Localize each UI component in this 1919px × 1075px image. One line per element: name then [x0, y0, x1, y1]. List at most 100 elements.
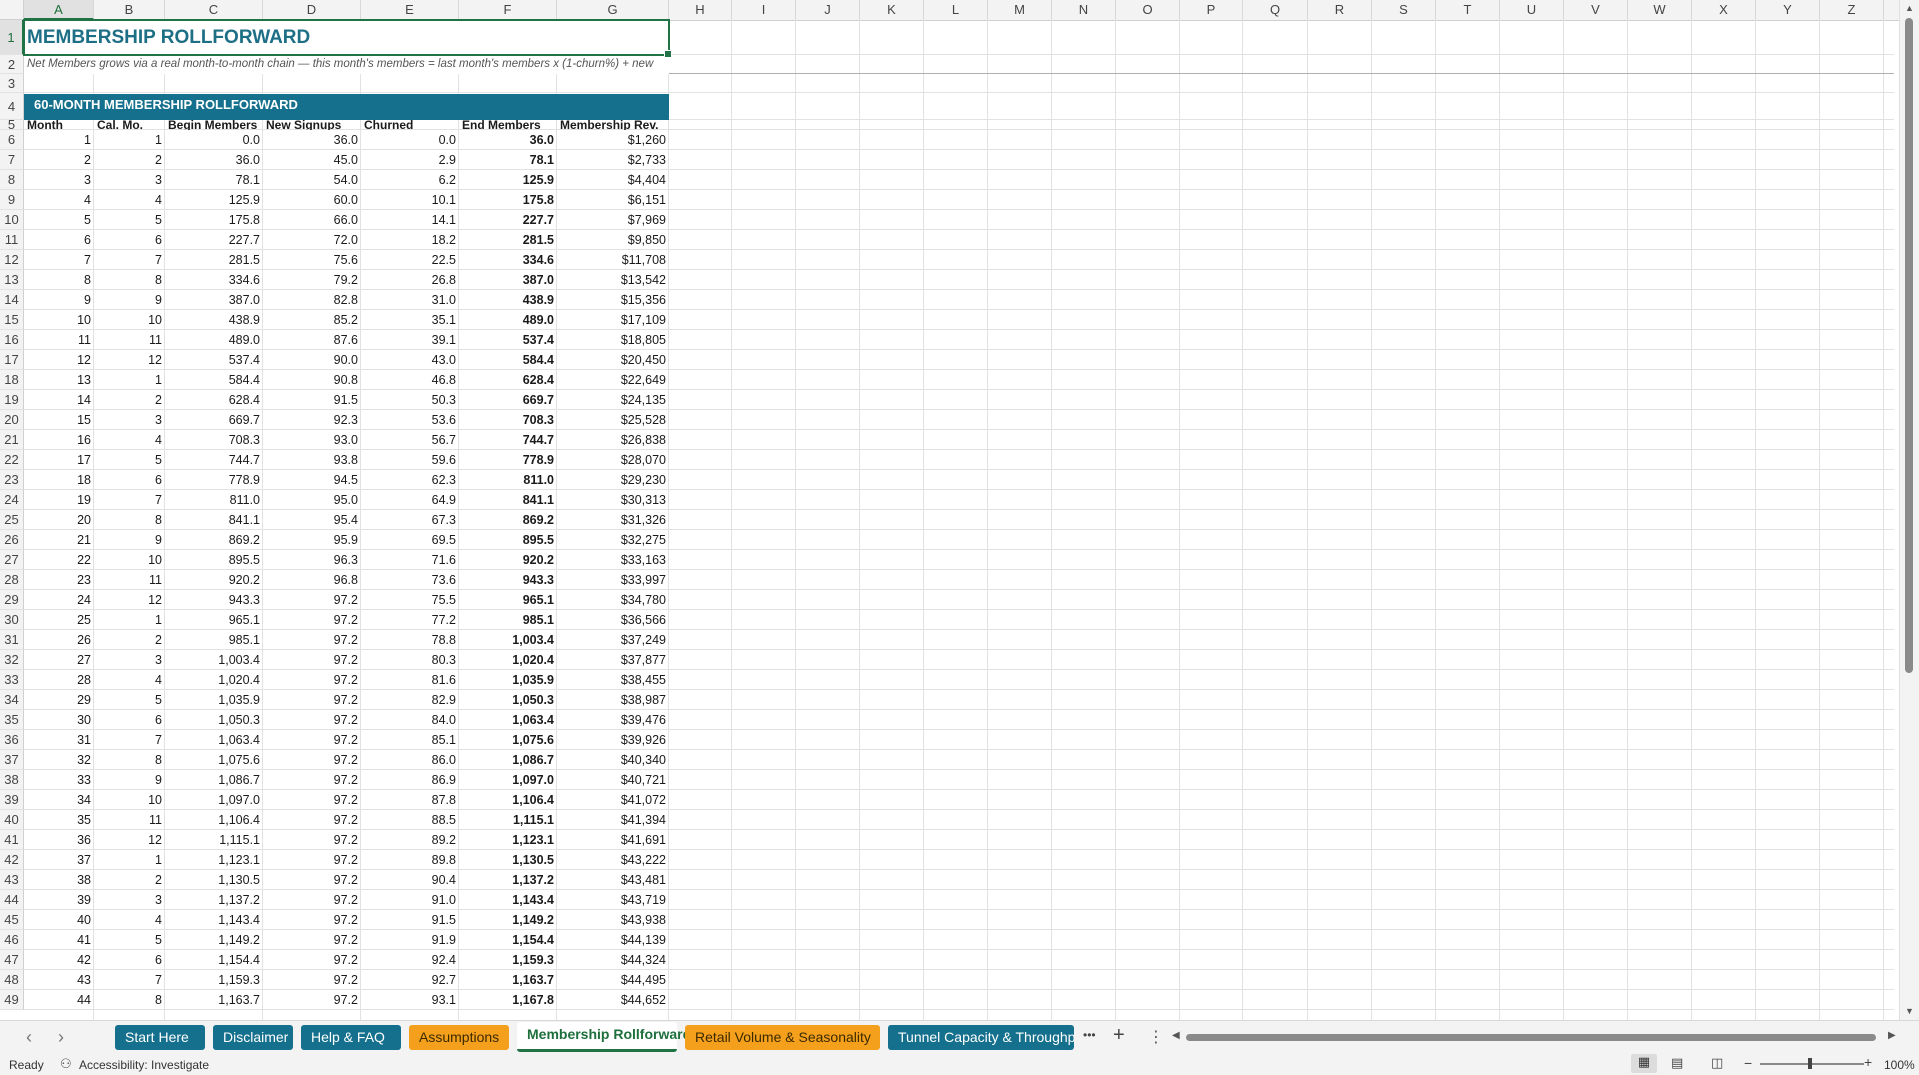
row-header-20[interactable]: 20	[0, 410, 24, 430]
table-cell[interactable]: 97.2	[263, 710, 361, 730]
row-header-30[interactable]: 30	[0, 610, 24, 630]
table-cell[interactable]: 281.5	[165, 250, 263, 270]
zoom-slider[interactable]	[1760, 1058, 1864, 1069]
table-cell[interactable]: 73.6	[361, 570, 459, 590]
table-cell[interactable]: 1,159.3	[165, 970, 263, 990]
table-cell[interactable]: 66.0	[263, 210, 361, 230]
table-cell[interactable]: 5	[24, 210, 94, 230]
table-cell[interactable]: 9	[24, 290, 94, 310]
row-header-7[interactable]: 7	[0, 150, 24, 170]
table-cell[interactable]: 24	[24, 590, 94, 610]
table-cell[interactable]: 88.5	[361, 810, 459, 830]
table-cell[interactable]: 1,115.1	[165, 830, 263, 850]
table-cell[interactable]: 11	[94, 330, 165, 350]
table-cell[interactable]: $22,649	[557, 370, 669, 390]
table-cell[interactable]: 7	[94, 970, 165, 990]
table-cell[interactable]: $29,230	[557, 470, 669, 490]
table-cell[interactable]: 90.4	[361, 870, 459, 890]
table-cell[interactable]: 7	[24, 250, 94, 270]
table-cell[interactable]: 1	[24, 130, 94, 150]
table-cell[interactable]: 6	[94, 230, 165, 250]
table-cell[interactable]: 79.2	[263, 270, 361, 290]
table-cell[interactable]: $33,997	[557, 570, 669, 590]
table-cell[interactable]: $39,926	[557, 730, 669, 750]
table-cell[interactable]: 85.1	[361, 730, 459, 750]
table-cell[interactable]: 281.5	[459, 230, 557, 250]
table-cell[interactable]: 71.6	[361, 550, 459, 570]
table-cell[interactable]: 44	[24, 990, 94, 1010]
sheet-tab[interactable]: Assumptions	[409, 1025, 509, 1050]
table-cell[interactable]: $41,691	[557, 830, 669, 850]
table-cell[interactable]: $17,109	[557, 310, 669, 330]
table-cell[interactable]: 841.1	[459, 490, 557, 510]
sheet-tab[interactable]: Retail Volume & Seasonality	[685, 1025, 880, 1050]
table-cell[interactable]: $30,313	[557, 490, 669, 510]
row-header-42[interactable]: 42	[0, 850, 24, 870]
table-cell[interactable]: 19	[24, 490, 94, 510]
table-cell[interactable]: 1	[94, 850, 165, 870]
table-cell[interactable]: 97.2	[263, 810, 361, 830]
table-cell[interactable]: 80.3	[361, 650, 459, 670]
table-cell[interactable]: 97.2	[263, 790, 361, 810]
row-header-3[interactable]: 3	[0, 74, 24, 93]
row-header-15[interactable]: 15	[0, 310, 24, 330]
table-cell[interactable]: 84.0	[361, 710, 459, 730]
table-cell[interactable]: 53.6	[361, 410, 459, 430]
column-header-y[interactable]: Y	[1756, 0, 1820, 20]
page-break-view-icon[interactable]: ◫	[1711, 1055, 1723, 1071]
table-cell[interactable]: $24,135	[557, 390, 669, 410]
more-tabs-icon[interactable]: •••	[1083, 1028, 1096, 1042]
table-cell[interactable]: 43.0	[361, 350, 459, 370]
row-header-45[interactable]: 45	[0, 910, 24, 930]
table-cell[interactable]: 97.2	[263, 830, 361, 850]
table-cell[interactable]: 1,050.3	[459, 690, 557, 710]
table-cell[interactable]: 13	[24, 370, 94, 390]
table-cell[interactable]: 97.2	[263, 930, 361, 950]
table-cell[interactable]: 943.3	[459, 570, 557, 590]
row-header-47[interactable]: 47	[0, 950, 24, 970]
table-cell[interactable]: $43,938	[557, 910, 669, 930]
column-header-q[interactable]: Q	[1243, 0, 1308, 20]
table-cell[interactable]: 59.6	[361, 450, 459, 470]
column-header-m[interactable]: M	[988, 0, 1052, 20]
table-cell[interactable]: $26,838	[557, 430, 669, 450]
table-cell[interactable]: 1,154.4	[165, 950, 263, 970]
table-cell[interactable]: 175.8	[165, 210, 263, 230]
table-cell[interactable]: 34	[24, 790, 94, 810]
zoom-in-button[interactable]: +	[1864, 1054, 1872, 1070]
vertical-scroll-thumb[interactable]	[1905, 18, 1913, 673]
column-label[interactable]: Begin Members	[165, 120, 263, 130]
table-cell[interactable]: $38,987	[557, 690, 669, 710]
table-cell[interactable]: $44,324	[557, 950, 669, 970]
table-cell[interactable]: 78.1	[165, 170, 263, 190]
row-header-27[interactable]: 27	[0, 550, 24, 570]
table-cell[interactable]: 39	[24, 890, 94, 910]
table-cell[interactable]: 92.7	[361, 970, 459, 990]
row-header-8[interactable]: 8	[0, 170, 24, 190]
row-header-17[interactable]: 17	[0, 350, 24, 370]
table-cell[interactable]: 125.9	[459, 170, 557, 190]
table-cell[interactable]: 86.9	[361, 770, 459, 790]
row-header-9[interactable]: 9	[0, 190, 24, 210]
table-cell[interactable]: 6	[94, 710, 165, 730]
table-cell[interactable]: 2	[94, 630, 165, 650]
table-cell[interactable]: 1,167.8	[459, 990, 557, 1010]
table-cell[interactable]: 22	[24, 550, 94, 570]
table-cell[interactable]: 7	[94, 250, 165, 270]
table-cell[interactable]: 72.0	[263, 230, 361, 250]
table-cell[interactable]: 537.4	[459, 330, 557, 350]
sheet-subtitle[interactable]: Net Members grows via a real month-to-mo…	[24, 55, 669, 74]
table-cell[interactable]: 36.0	[263, 130, 361, 150]
column-label[interactable]: Cal. Mo.	[94, 120, 165, 130]
column-label[interactable]: Membership Rev.	[557, 120, 669, 130]
table-cell[interactable]: $4,404	[557, 170, 669, 190]
table-cell[interactable]: 669.7	[165, 410, 263, 430]
table-cell[interactable]: $18,805	[557, 330, 669, 350]
table-cell[interactable]: 6	[94, 470, 165, 490]
row-header-12[interactable]: 12	[0, 250, 24, 270]
table-cell[interactable]: 125.9	[165, 190, 263, 210]
column-header-h[interactable]: H	[669, 0, 732, 20]
normal-view-icon[interactable]: ▦	[1631, 1054, 1657, 1073]
table-cell[interactable]: 35	[24, 810, 94, 830]
table-cell[interactable]: 89.8	[361, 850, 459, 870]
